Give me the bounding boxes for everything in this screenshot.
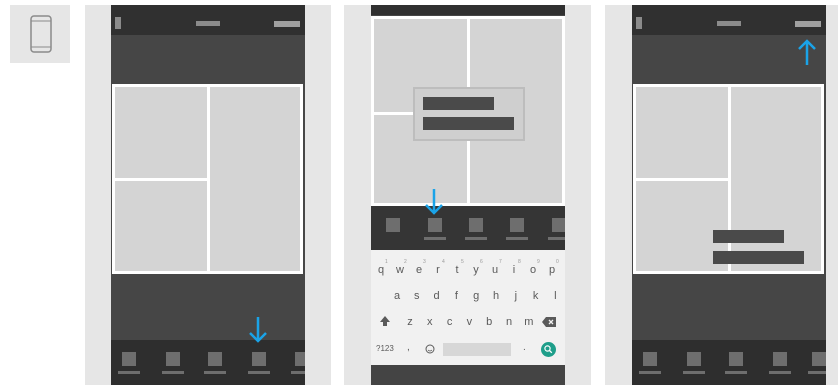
bottom-tab-bar [632,340,826,385]
key-hint: 4 [442,259,445,265]
key-k[interactable]: k [529,290,543,302]
title-placeholder [713,230,784,243]
key-hint: 8 [518,259,521,265]
period-key[interactable]: . [523,342,526,353]
phone-screen-2: q1w2e3r4t5y6u7i8o9p0 asdfghjkl zxcvbnm ?… [371,5,565,385]
key-hint: 7 [499,259,502,265]
tab-target[interactable] [428,218,442,232]
symbols-key[interactable]: ?123 [376,344,394,353]
key-i[interactable]: i [507,264,521,276]
key-l[interactable]: l [548,290,562,302]
key-o[interactable]: o [526,264,540,276]
search-icon[interactable] [541,342,556,357]
key-q[interactable]: q [374,264,388,276]
key-hint: 5 [461,259,464,265]
key-g[interactable]: g [469,290,483,302]
image-grid [633,84,824,274]
image-grid [112,84,303,274]
key-hint: 1 [385,259,388,265]
key-hint: 3 [423,259,426,265]
key-m[interactable]: m [522,316,536,328]
key-h[interactable]: h [489,290,503,302]
key-x[interactable]: x [423,316,437,328]
key-w[interactable]: w [393,264,407,276]
key-u[interactable]: u [488,264,502,276]
key-f[interactable]: f [449,290,463,302]
key-t[interactable]: t [450,264,464,276]
emoji-icon[interactable] [425,344,435,354]
arrow-down-icon [248,316,268,344]
key-y[interactable]: y [469,264,483,276]
tab-target[interactable] [252,352,266,366]
space-bar[interactable] [443,343,511,356]
key-hint: 6 [480,259,483,265]
status-toolbar [111,5,305,35]
dialog [413,87,525,141]
action-button[interactable] [795,21,821,27]
action-button[interactable] [274,21,300,27]
key-c[interactable]: c [443,316,457,328]
key-r[interactable]: r [431,264,445,276]
backspace-icon[interactable] [542,317,556,327]
key-j[interactable]: j [509,290,523,302]
bottom-tab-bar [371,206,565,250]
phone-screen-1 [111,5,305,385]
key-d[interactable]: d [430,290,444,302]
key-p[interactable]: p [545,264,559,276]
comma-key[interactable]: , [407,342,410,353]
grid-cell[interactable] [636,87,728,178]
key-z[interactable]: z [403,316,417,328]
key-v[interactable]: v [462,316,476,328]
key-s[interactable]: s [410,290,424,302]
key-e[interactable]: e [412,264,426,276]
caption-placeholder [713,251,804,264]
key-b[interactable]: b [482,316,496,328]
device-phone-tile[interactable] [10,5,70,63]
dialog-title-placeholder [423,97,494,110]
dialog-input-placeholder[interactable] [423,117,514,130]
bottom-tab-bar [111,340,305,385]
shift-icon[interactable] [379,315,391,327]
key-hint: 2 [404,259,407,265]
key-n[interactable]: n [502,316,516,328]
status-toolbar [632,5,826,35]
image-grid [371,16,565,206]
grid-cell[interactable] [731,87,821,271]
key-a[interactable]: a [390,290,404,302]
arrow-down-icon [424,188,444,216]
soft-keyboard: q1w2e3r4t5y6u7i8o9p0 asdfghjkl zxcvbnm ?… [371,250,565,365]
grid-cell[interactable] [210,87,300,271]
smartphone-icon [30,15,52,53]
key-hint: 0 [556,259,559,265]
key-hint: 9 [537,259,540,265]
arrow-up-icon [797,38,817,66]
grid-cell[interactable] [115,181,207,271]
grid-cell[interactable] [115,87,207,178]
